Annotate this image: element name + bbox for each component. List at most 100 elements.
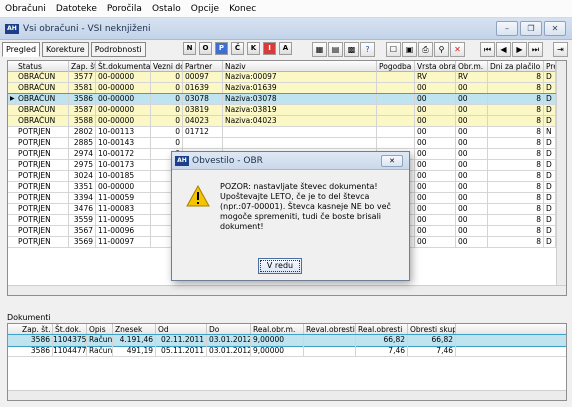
filter-o-button[interactable]: O <box>199 42 212 55</box>
tab-podrobnosti[interactable]: Podrobnosti <box>90 42 146 57</box>
documents-column-header[interactable]: Št.dok. <box>53 324 87 335</box>
table-cell: POTRJEN <box>16 149 69 160</box>
column-header[interactable]: Partner <box>183 61 223 72</box>
minimize-button[interactable]: – <box>496 21 518 36</box>
close-button[interactable]: ✕ <box>544 21 566 36</box>
table-cell: 00 <box>456 83 488 94</box>
table-cell: 00 <box>456 138 488 149</box>
documents-row[interactable]: 3586 1104477 Račun 491,19 05.11.2011 03.01.20… <box>8 346 566 357</box>
documents-label: Dokumenti <box>7 313 51 322</box>
table-cell: 00-00000 <box>96 182 151 193</box>
documents-cell: 3586 <box>20 335 53 346</box>
table-cell: 10-00173 <box>96 160 151 171</box>
table-row[interactable]: OBRAČUN 3587 00-00000 0 03819 Naziva:03819 00 0… <box>8 105 556 116</box>
column-header[interactable]: Dni za plačilo <box>488 61 544 72</box>
table-icon[interactable]: ▩ <box>344 42 359 57</box>
menu-opcije[interactable]: Opcije <box>186 4 224 14</box>
table-row[interactable]: POTRJEN 2802 10-00113 0 01712 00 00 8 N <box>8 127 556 138</box>
open-folder-icon[interactable]: ▣ <box>402 42 417 57</box>
filter-c-button[interactable]: Č <box>231 42 244 55</box>
filter-p-button[interactable]: P <box>215 42 228 55</box>
next-record-icon[interactable]: ▶ <box>512 42 527 57</box>
documents-column-header[interactable]: Do <box>207 324 251 335</box>
documents-column-header[interactable]: Reval.obresti <box>304 324 356 335</box>
table-cell: 2802 <box>69 127 96 138</box>
table-cell: 2975 <box>69 160 96 171</box>
documents-column-header[interactable]: Real.obresti <box>356 324 408 335</box>
menu-obracuni[interactable]: Obračuni <box>0 4 51 14</box>
column-header[interactable]: Status <box>16 61 69 72</box>
menu-porocila[interactable]: Poročila <box>102 4 147 14</box>
documents-row[interactable]: 3586 1104375 Račun 4.191,46 02.11.2011 03.01.… <box>8 334 566 347</box>
table-cell: D <box>544 94 556 105</box>
column-header[interactable]: Vrsta obrač. <box>415 61 456 72</box>
calculator-icon[interactable]: ▦ <box>312 42 327 57</box>
table-cell <box>377 138 415 149</box>
ok-button[interactable]: V redu <box>258 258 302 274</box>
table-cell: 3587 <box>69 105 96 116</box>
table-cell <box>183 138 223 149</box>
menu-datoteke[interactable]: Datoteke <box>51 4 102 14</box>
tab-korekture[interactable]: Korekture <box>42 42 89 57</box>
print-icon[interactable]: ⎙ <box>418 42 433 57</box>
table-cell: 3577 <box>69 72 96 83</box>
prev-record-icon[interactable]: ◀ <box>496 42 511 57</box>
column-header[interactable]: Vezni dok. <box>151 61 183 72</box>
help-icon[interactable]: ? <box>360 42 375 57</box>
documents-header: Zap. št. Št.dok. Opis Znesek Od Do Real.obr.m.… <box>8 324 566 335</box>
restore-button[interactable]: ❐ <box>520 21 542 36</box>
last-record-icon[interactable]: ⏭ <box>528 42 543 57</box>
documents-column-header[interactable]: Od <box>156 324 207 335</box>
table-cell: 10-00172 <box>96 149 151 160</box>
filter-k-button[interactable]: K <box>247 42 260 55</box>
table-cell: 8 <box>488 226 544 237</box>
documents-column-header[interactable]: Obresti skupaj <box>408 324 456 335</box>
table-cell: 11-00059 <box>96 193 151 204</box>
table-cell: 00 <box>456 182 488 193</box>
documents-cell <box>304 346 356 357</box>
grid-icon[interactable]: ▤ <box>328 42 343 57</box>
column-header[interactable]: Zap. št. <box>69 61 96 72</box>
menu-konec[interactable]: Konec <box>224 4 261 14</box>
delete-icon[interactable]: ✕ <box>450 42 465 57</box>
column-header[interactable]: Prer <box>544 61 556 72</box>
table-row[interactable]: POTRJEN 2885 10-00143 0 00 00 8 D <box>8 138 556 149</box>
table-row[interactable]: OBRAČUN 3581 00-00000 0 01639 Naziva:01639 00 0… <box>8 83 556 94</box>
documents-cell: 9,00000 <box>251 346 304 357</box>
new-document-icon[interactable]: ☐ <box>386 42 401 57</box>
table-cell: OBRAČUN <box>16 105 69 116</box>
filter-a-button[interactable]: A <box>279 42 292 55</box>
table-cell: 00 <box>415 94 456 105</box>
column-header[interactable]: Pogodba <box>377 61 415 72</box>
documents-column-header[interactable]: Zap. št. <box>20 324 53 335</box>
documents-horizontal-scrollbar[interactable] <box>8 390 566 400</box>
grid-vertical-scrollbar[interactable] <box>556 61 566 295</box>
table-cell: 8 <box>488 105 544 116</box>
documents-column-header[interactable]: Real.obr.m. <box>251 324 304 335</box>
table-cell: 3588 <box>69 116 96 127</box>
tab-pregled[interactable]: Pregled <box>2 42 41 57</box>
app-logo-icon: AH <box>5 23 19 34</box>
table-cell: 8 <box>488 204 544 215</box>
column-header[interactable]: Št.dokumenta <box>96 61 151 72</box>
documents-column-header[interactable]: Znesek <box>113 324 156 335</box>
filter-n-button[interactable]: N <box>183 42 196 55</box>
table-cell: 8 <box>488 237 544 248</box>
table-cell: 00 <box>415 171 456 182</box>
menu-ostalo[interactable]: Ostalo <box>147 4 186 14</box>
documents-column-header[interactable]: Opis <box>87 324 113 335</box>
search-icon[interactable]: ⚲ <box>434 42 449 57</box>
filter-i-button[interactable]: I <box>263 42 276 55</box>
grid-horizontal-scrollbar[interactable] <box>8 285 566 295</box>
exit-icon[interactable]: ⇥ <box>553 42 568 57</box>
table-row[interactable]: ▶ OBRAČUN 3586 00-00000 0 03078 Naziva:03078 00… <box>8 93 557 106</box>
column-header[interactable]: Naziv <box>223 61 377 72</box>
first-record-icon[interactable]: ⏮ <box>480 42 495 57</box>
table-cell: 8 <box>488 160 544 171</box>
documents-cell: Račun <box>89 335 113 346</box>
table-row[interactable]: OBRAČUN 3577 00-00000 0 00097 Naziva:00097 RV R… <box>8 72 556 83</box>
dialog-close-button[interactable]: ✕ <box>381 155 403 167</box>
table-cell <box>223 138 377 149</box>
column-header[interactable]: Obr.m. <box>456 61 488 72</box>
table-row[interactable]: OBRAČUN 3588 00-00000 0 04023 Naziva:04023 00 0… <box>8 116 556 127</box>
